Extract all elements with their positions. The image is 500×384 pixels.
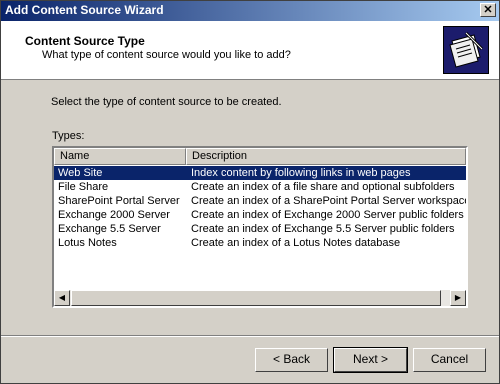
item-description: Create an index of a SharePoint Portal S… — [191, 195, 468, 207]
page-title: Content Source Type — [25, 34, 145, 48]
item-name: Exchange 2000 Server — [58, 209, 170, 221]
list-item-lotus-notes[interactable]: Lotus Notes Create an index of a Lotus N… — [54, 236, 466, 250]
list-header: Name Description — [54, 148, 466, 165]
item-description: Create an index of Exchange 5.5 Server p… — [191, 223, 455, 235]
window-title: Add Content Source Wizard — [5, 3, 164, 17]
column-header-name[interactable]: Name — [54, 148, 186, 165]
cancel-button[interactable]: Cancel — [413, 348, 486, 372]
next-button[interactable]: Next > — [333, 347, 408, 373]
item-description: Index content by following links in web … — [191, 167, 411, 179]
footer-divider — [1, 335, 499, 337]
list-rows: Web Site Index content by following link… — [54, 166, 466, 250]
item-name: Web Site — [58, 167, 103, 179]
types-label: Types: — [52, 130, 85, 142]
scroll-right-button[interactable]: ▶ — [450, 290, 466, 306]
wizard-document-icon — [443, 26, 489, 74]
item-description: Create an index of a Lotus Notes databas… — [191, 237, 401, 249]
column-header-description[interactable]: Description — [186, 148, 466, 165]
item-description: Create an index of a file share and opti… — [191, 181, 455, 193]
page-subtitle: What type of content source would you li… — [42, 49, 291, 61]
list-item-file-share[interactable]: File Share Create an index of a file sha… — [54, 180, 466, 194]
list-item-exchange-2000-server[interactable]: Exchange 2000 Server Create an index of … — [54, 208, 466, 222]
content-source-types-list[interactable]: Name Description Web Site Index content … — [52, 146, 468, 308]
back-button-label: < Back — [272, 352, 311, 366]
item-name: File Share — [58, 181, 109, 193]
next-button-label: Next > — [352, 352, 388, 366]
wizard-header: Content Source Type What type of content… — [1, 21, 499, 80]
title-bar[interactable]: Add Content Source Wizard ✕ — [1, 1, 499, 21]
list-item-web-site[interactable]: Web Site Index content by following link… — [54, 166, 466, 180]
item-description: Create an index of Exchange 2000 Server … — [191, 209, 464, 221]
scroll-left-button[interactable]: ◀ — [54, 290, 70, 306]
item-name: SharePoint Portal Server — [58, 195, 180, 207]
list-item-exchange-5-5-server[interactable]: Exchange 5.5 Server Create an index of E… — [54, 222, 466, 236]
wizard-window: Add Content Source Wizard ✕ Content Sour… — [0, 0, 500, 384]
arrow-right-icon: ▶ — [454, 293, 462, 302]
cancel-button-label: Cancel — [430, 352, 469, 366]
instruction-text: Select the type of content source to be … — [51, 96, 282, 108]
item-name: Lotus Notes — [58, 237, 117, 249]
horizontal-scrollbar[interactable]: ◀ ▶ — [54, 290, 466, 306]
back-button[interactable]: < Back — [255, 348, 328, 372]
scroll-thumb[interactable] — [71, 290, 441, 306]
list-item-sharepoint-portal-server[interactable]: SharePoint Portal Server Create an index… — [54, 194, 466, 208]
close-button[interactable]: ✕ — [480, 3, 496, 17]
close-icon: ✕ — [483, 4, 493, 16]
arrow-left-icon: ◀ — [58, 293, 66, 302]
item-name: Exchange 5.5 Server — [58, 223, 161, 235]
